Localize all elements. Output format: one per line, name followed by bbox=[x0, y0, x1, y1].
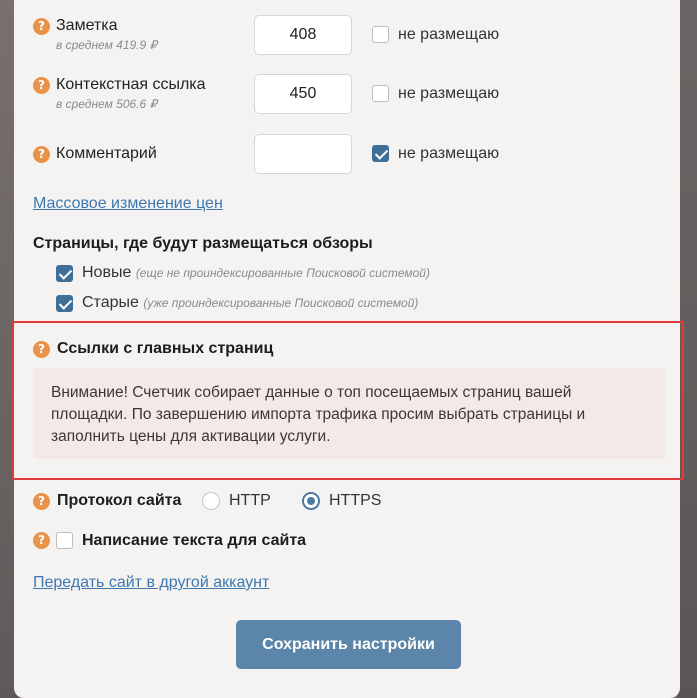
no-place-checkbox-comment[interactable] bbox=[372, 145, 389, 162]
main-links-title: Ссылки с главных страниц bbox=[57, 340, 274, 357]
price-average-context-link: в среднем 506.6 ₽ bbox=[56, 97, 158, 111]
main-links-notice: Внимание! Счетчик собирает данные о топ … bbox=[33, 368, 665, 459]
pages-new-label: Новые bbox=[82, 264, 132, 281]
price-label-note: Заметка bbox=[56, 17, 118, 34]
help-icon[interactable]: ? bbox=[33, 341, 50, 358]
protocol-https-radio[interactable] bbox=[302, 492, 320, 510]
no-place-label-comment: не размещаю bbox=[398, 145, 500, 162]
protocol-https-label: HTTPS bbox=[329, 492, 382, 509]
pages-new-hint: (еще не проиндексированные Поисковой сис… bbox=[135, 266, 430, 280]
pages-old-label: Старые bbox=[82, 294, 139, 311]
help-icon[interactable]: ? bbox=[33, 146, 50, 163]
pages-new-option: Новые (еще не проиндексированные Поисков… bbox=[82, 264, 430, 282]
pages-old-checkbox[interactable] bbox=[56, 295, 73, 312]
pages-old-hint: (уже проиндексированные Поисковой систем… bbox=[143, 296, 419, 310]
no-place-checkbox-note[interactable] bbox=[372, 26, 389, 43]
protocol-http-radio[interactable] bbox=[202, 492, 220, 510]
text-writing-checkbox[interactable] bbox=[56, 532, 73, 549]
price-input-comment[interactable] bbox=[254, 134, 352, 174]
price-input-context-link[interactable]: 450 bbox=[254, 74, 352, 114]
transfer-site-link[interactable]: Передать сайт в другой аккаунт bbox=[33, 574, 269, 592]
protocol-http-label: HTTP bbox=[229, 492, 271, 509]
price-label-context-link: Контекстная ссылка bbox=[56, 76, 206, 93]
help-icon[interactable]: ? bbox=[33, 77, 50, 94]
pages-new-checkbox[interactable] bbox=[56, 265, 73, 282]
help-icon[interactable]: ? bbox=[33, 532, 50, 549]
price-average-note: в среднем 419.9 ₽ bbox=[56, 38, 158, 52]
protocol-label: Протокол сайта bbox=[57, 492, 182, 509]
pages-old-option: Старые (уже проиндексированные Поисковой… bbox=[82, 294, 418, 312]
price-input-note[interactable]: 408 bbox=[254, 15, 352, 55]
help-icon[interactable]: ? bbox=[33, 493, 50, 510]
save-settings-button[interactable]: Сохранить настройки bbox=[236, 620, 461, 669]
no-place-checkbox-context-link[interactable] bbox=[372, 85, 389, 102]
no-place-label-note: не размещаю bbox=[398, 26, 500, 43]
text-writing-label: Написание текста для сайта bbox=[82, 532, 307, 549]
help-icon[interactable]: ? bbox=[33, 18, 50, 35]
no-place-label-context-link: не размещаю bbox=[398, 85, 500, 102]
price-label-comment: Комментарий bbox=[56, 145, 157, 162]
pages-section-title: Страницы, где будут размещаться обзоры bbox=[33, 235, 373, 252]
bulk-price-change-link[interactable]: Массовое изменение цен bbox=[33, 195, 223, 213]
